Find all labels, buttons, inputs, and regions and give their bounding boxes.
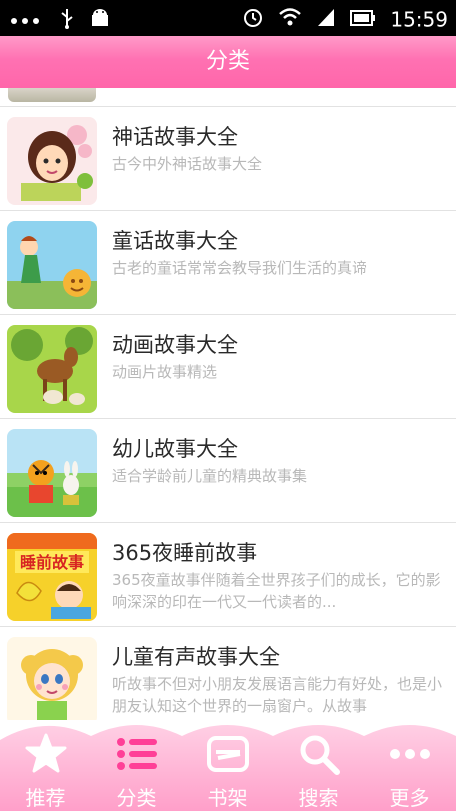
list-item[interactable]: 动画故事大全 动画片故事精选: [0, 315, 456, 419]
dots-icon: [10, 10, 44, 31]
star-icon: [25, 733, 67, 773]
nav-item-recommend[interactable]: 推荐: [0, 720, 91, 811]
list-item[interactable]: 睡前故事 365夜睡前故事 365夜童故事伴随着全世界孩子们的成长，它的影响深深…: [0, 523, 456, 627]
nav-label: 推荐: [25, 786, 66, 810]
thumbnail-animation: [7, 325, 97, 413]
thumbnail-audio: [7, 637, 97, 720]
item-title: 儿童有声故事大全: [112, 645, 280, 669]
nav-item-category[interactable]: 分类: [91, 720, 182, 811]
page-title: 分类: [205, 49, 250, 74]
android-icon: [89, 7, 111, 34]
item-desc: 动画片故事精选: [112, 363, 218, 381]
item-title: 幼儿故事大全: [112, 437, 238, 461]
bookshelf-icon: [207, 736, 249, 772]
list-item-partial[interactable]: [0, 88, 456, 107]
title-bar: 分类: [0, 36, 456, 88]
item-desc: 365夜童故事伴随着全世界孩子们的成长，它的影响深深的印在一代又一代读者的...: [112, 571, 441, 611]
list-item[interactable]: 童话故事大全 古老的童话常常会教导我们生活的真谛: [0, 211, 456, 315]
bottom-nav: 推荐 分类 书架 搜索 更多: [0, 720, 456, 811]
nav-label: 更多: [389, 786, 430, 810]
thumbnail-children: [7, 429, 97, 517]
list-item[interactable]: 儿童有声故事大全 听故事不但对小朋友发展语言能力有好处，也是小朋友认知这个世界的…: [0, 627, 456, 720]
signal-icon: [316, 7, 336, 32]
item-title: 365夜睡前故事: [112, 541, 258, 565]
item-desc: 古老的童话常常会教导我们生活的真谛: [112, 259, 368, 277]
more-icon: [390, 749, 430, 759]
status-bar: 15:59: [0, 0, 456, 36]
list-item[interactable]: 幼儿故事大全 适合学龄前儿童的精典故事集: [0, 419, 456, 523]
thumbnail: [8, 88, 96, 102]
nav-label: 分类: [116, 786, 157, 810]
item-title: 童话故事大全: [112, 229, 238, 253]
alarm-icon: [242, 6, 264, 33]
item-desc: 听故事不但对小朋友发展语言能力有好处，也是小朋友认知这个世界的一扇窗户。从故事: [112, 675, 443, 715]
nav-item-more[interactable]: 更多: [364, 720, 455, 811]
nav-item-search[interactable]: 搜索: [273, 720, 364, 811]
item-desc: 古今中外神话故事大全: [112, 155, 263, 173]
category-list[interactable]: 神话故事大全 古今中外神话故事大全 童话故事大全 古老的童话常常会教导我们生活的…: [0, 88, 456, 720]
list-item[interactable]: 神话故事大全 古今中外神话故事大全: [0, 107, 456, 211]
nav-item-bookshelf[interactable]: 书架: [182, 720, 273, 811]
battery-icon: [350, 9, 376, 31]
item-desc: 适合学龄前儿童的精典故事集: [112, 467, 308, 485]
usb-icon: [60, 7, 74, 34]
list-icon: [117, 738, 157, 770]
nav-label: 书架: [207, 786, 248, 810]
wifi-icon: [278, 7, 302, 32]
item-title: 神话故事大全: [112, 125, 238, 149]
thumbnail-fairy: [7, 221, 97, 309]
clock: 15:59: [390, 7, 448, 32]
search-icon: [300, 735, 340, 775]
thumbnail-title: 睡前故事: [20, 553, 84, 572]
thumbnail-bedtime: 睡前故事: [7, 533, 97, 621]
item-title: 动画故事大全: [112, 333, 238, 357]
thumbnail-myth: [7, 117, 97, 205]
nav-label: 搜索: [298, 786, 339, 810]
